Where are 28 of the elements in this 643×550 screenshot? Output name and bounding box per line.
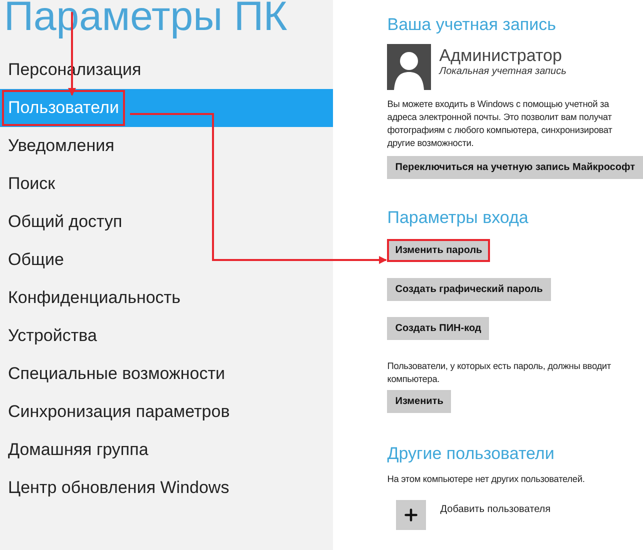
sidebar-item[interactable]: Конфиденциальность <box>0 279 334 317</box>
sidebar-item[interactable]: Специальные возможности <box>0 355 334 393</box>
account-description: Вы можете входить в Windows с помощью учетной за адреса электронной почты. Это позволит вам получат фотографиям с любого компьютера, синхронизироват другие возможности. <box>387 98 612 150</box>
sidebar-item[interactable]: Устройства <box>0 317 334 355</box>
sidebar-item[interactable]: Поиск <box>0 165 334 203</box>
sidebar-item[interactable]: Общий доступ <box>0 203 334 241</box>
plus-icon <box>402 506 420 524</box>
section-heading: Параметры входа <box>387 207 528 229</box>
user-avatar-icon <box>387 44 432 90</box>
change-button[interactable]: Изменить <box>387 390 452 413</box>
section-heading: Ваша учетная запись <box>387 14 556 36</box>
sidebar-item[interactable]: Центр обновления Windows <box>0 469 334 507</box>
add-user-label: Добавить пользователя <box>440 504 551 515</box>
add-user-button[interactable] <box>396 500 426 530</box>
sign-in-option-button[interactable]: Изменить пароль <box>387 239 490 262</box>
switch-account-button[interactable]: Переключиться на учетную запись Майкрософт <box>387 156 643 179</box>
sidebar-item[interactable]: Синхронизация параметров <box>0 393 334 431</box>
account-name: Администратор <box>439 46 563 66</box>
other-users-note: На этом компьютере нет других пользователей. <box>387 473 585 486</box>
sidebar-item[interactable]: Домашняя группа <box>0 431 334 469</box>
sidebar-item[interactable]: Уведомления <box>0 127 334 165</box>
sidebar-item[interactable]: Общие <box>0 241 334 279</box>
password-note: Пользователи, у которых есть пароль, должны вводит компьютера. <box>387 360 611 386</box>
section-heading: Другие пользователи <box>387 443 554 465</box>
sign-in-option-button[interactable]: Создать ПИН-код <box>387 317 490 340</box>
account-type: Локальная учетная запись <box>439 66 566 77</box>
sign-in-option-button[interactable]: Создать графический пароль <box>387 278 551 301</box>
page-title: Параметры ПК <box>3 0 288 41</box>
